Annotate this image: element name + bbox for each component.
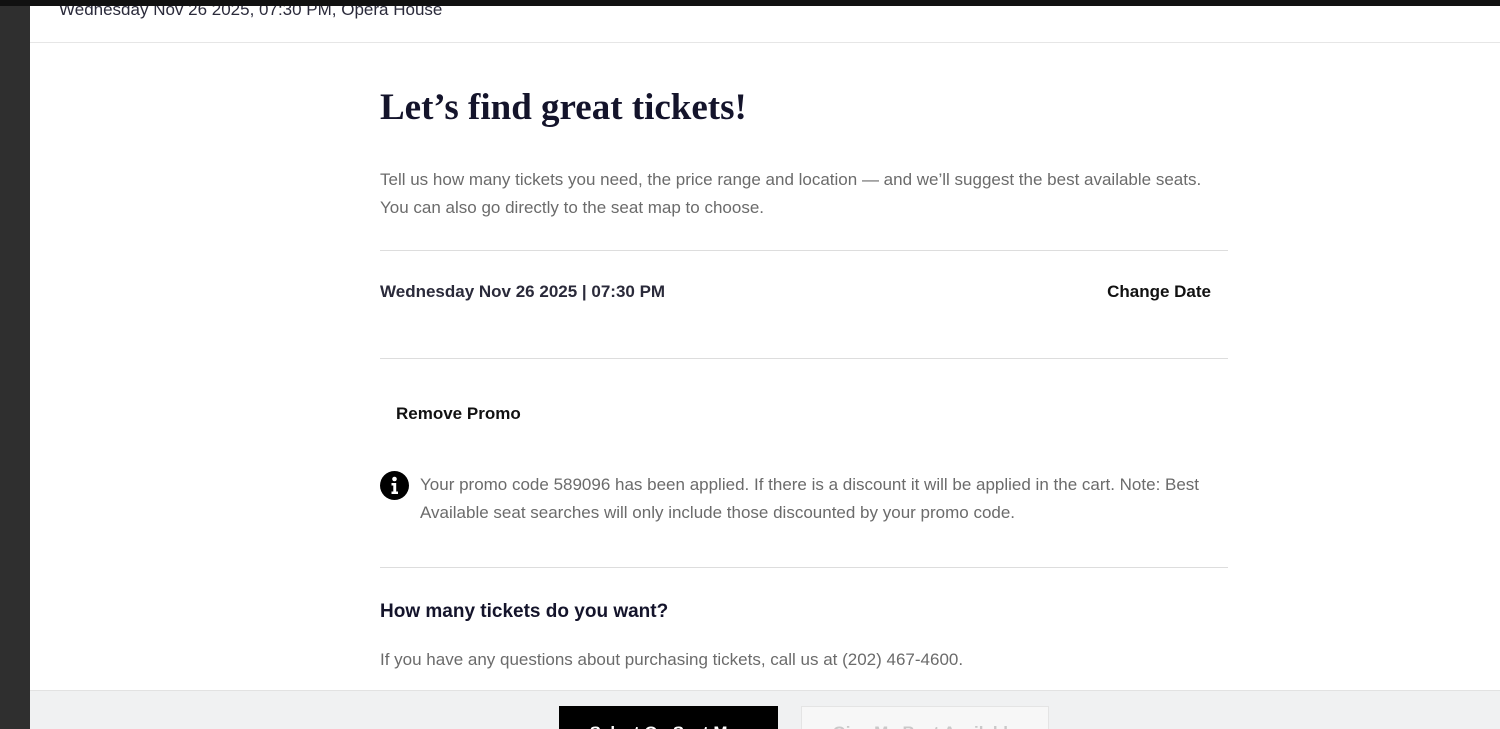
purchase-help-text: If you have any questions about purchasi… bbox=[380, 650, 964, 669]
divider bbox=[380, 250, 1228, 251]
backdrop-left bbox=[0, 0, 30, 729]
modal-footer: Select On Seat Map Give Me Best Availabl… bbox=[30, 690, 1500, 729]
page-title: Let’s find great tickets! bbox=[380, 87, 747, 128]
best-available-button[interactable]: Give Me Best Available bbox=[801, 706, 1049, 729]
info-icon bbox=[380, 471, 409, 500]
tickets-quantity-heading: How many tickets do you want? bbox=[380, 601, 669, 622]
intro-text: Tell us how many tickets you need, the p… bbox=[380, 170, 1202, 217]
remove-promo-button[interactable]: Remove Promo bbox=[396, 404, 521, 424]
modal-header: Wednesday Nov 26 2025, 07:30 PM, Opera H… bbox=[30, 6, 1500, 43]
change-date-button[interactable]: Change Date bbox=[1107, 282, 1211, 302]
select-on-seat-map-button[interactable]: Select On Seat Map bbox=[559, 706, 778, 729]
divider bbox=[380, 567, 1228, 568]
header-event-info: Wednesday Nov 26 2025, 07:30 PM, Opera H… bbox=[59, 6, 443, 19]
promo-applied-message: Your promo code 589096 has been applied.… bbox=[420, 475, 1200, 522]
divider bbox=[380, 358, 1228, 359]
ticket-modal: Wednesday Nov 26 2025, 07:30 PM, Opera H… bbox=[30, 6, 1500, 729]
performance-date: Wednesday Nov 26 2025 | 07:30 PM bbox=[380, 282, 666, 301]
